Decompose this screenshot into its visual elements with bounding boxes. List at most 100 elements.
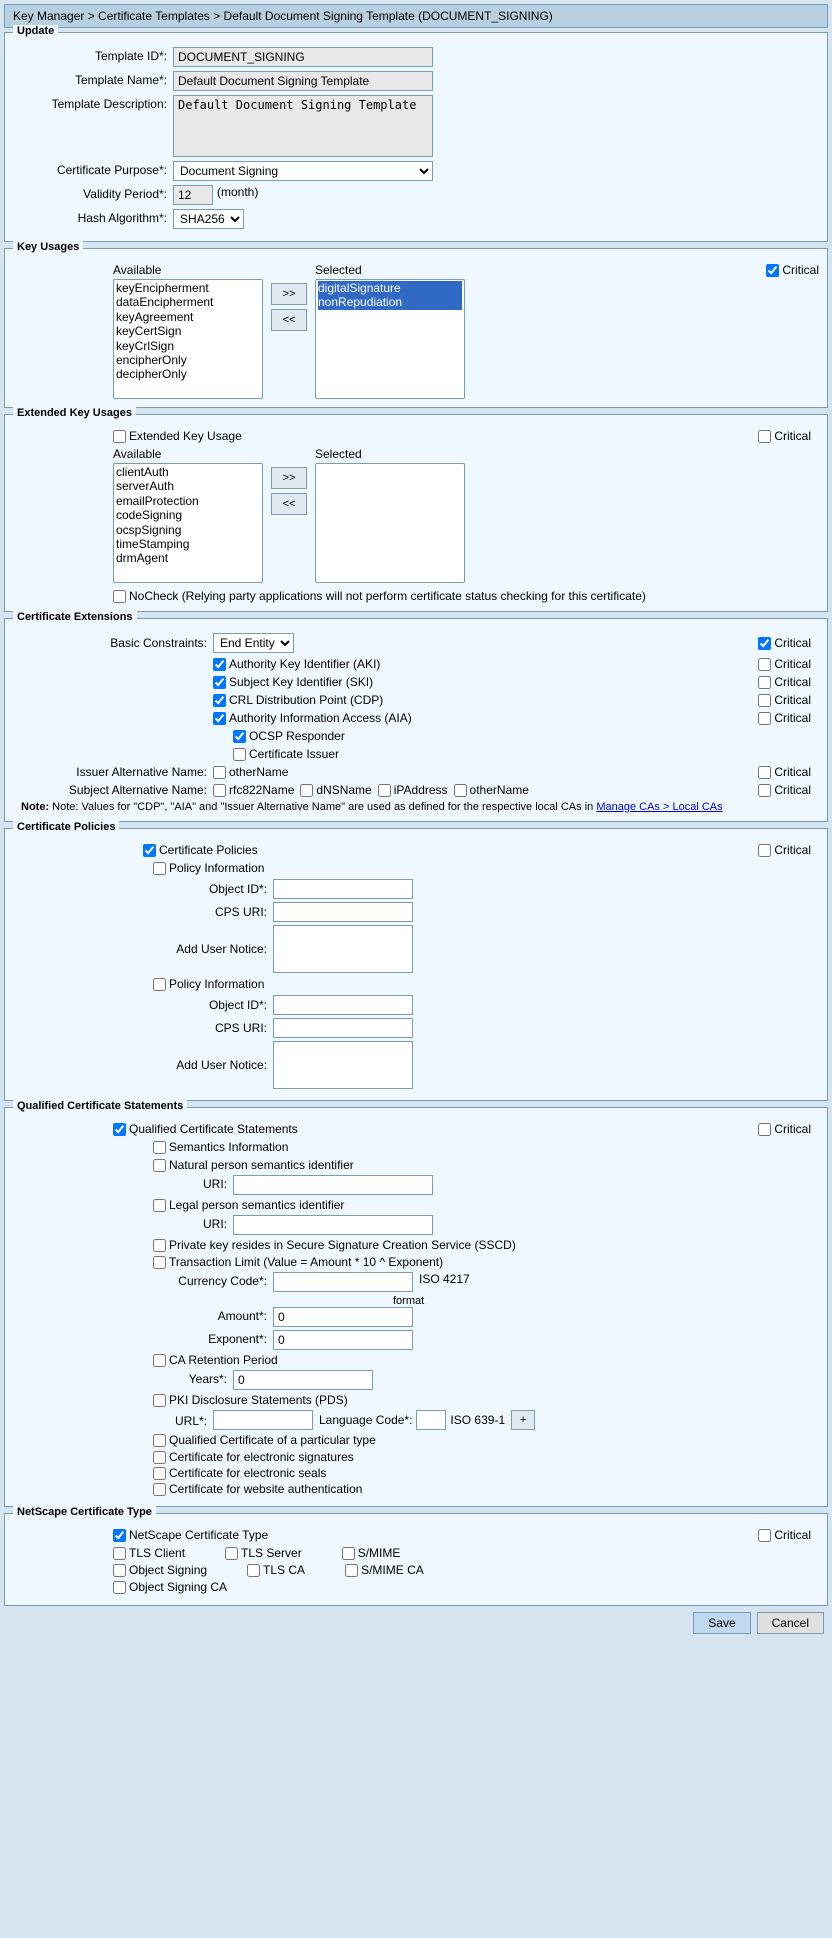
ocsp-checkbox[interactable] — [233, 730, 246, 743]
cps-input-1[interactable] — [273, 902, 413, 922]
pki-disclosure-label[interactable]: PKI Disclosure Statements (PDS) — [153, 1393, 819, 1407]
elec-seals-checkbox[interactable] — [153, 1467, 166, 1480]
ski-checkbox-label[interactable]: Subject Key Identifier (SKI) — [213, 675, 373, 689]
nct-checkbox[interactable] — [113, 1529, 126, 1542]
tls-ca-label[interactable]: TLS CA — [247, 1563, 305, 1577]
policy-info-1-label[interactable]: Policy Information — [153, 861, 819, 875]
elec-sig-label[interactable]: Certificate for electronic signatures — [153, 1450, 819, 1464]
object-signing-ca-checkbox[interactable] — [113, 1581, 126, 1594]
basic-constraints-select[interactable]: End Entity CA — [213, 633, 294, 653]
cert-issuer-checkbox[interactable] — [233, 748, 246, 761]
pds-url-input[interactable] — [213, 1410, 313, 1430]
aia-checkbox[interactable] — [213, 712, 226, 725]
oid-input-1[interactable] — [273, 879, 413, 899]
dnsname-checkbox[interactable] — [300, 784, 313, 797]
natural-person-label[interactable]: Natural person semantics identifier — [153, 1158, 819, 1172]
smime-label[interactable]: S/MIME — [342, 1546, 401, 1560]
available-listbox[interactable]: keyEncipherment dataEncipherment keyAgre… — [113, 279, 263, 399]
object-signing-checkbox[interactable] — [113, 1564, 126, 1577]
legal-person-label[interactable]: Legal person semantics identifier — [153, 1198, 819, 1212]
qcs-checkbox[interactable] — [113, 1123, 126, 1136]
sem-info-label[interactable]: Semantics Information — [153, 1140, 819, 1154]
transaction-label[interactable]: Transaction Limit (Value = Amount * 10 ^… — [153, 1255, 819, 1269]
qcs-checkbox-label[interactable]: Qualified Certificate Statements — [113, 1122, 298, 1136]
tls-server-label[interactable]: TLS Server — [225, 1546, 302, 1560]
legal-person-checkbox[interactable] — [153, 1199, 166, 1212]
ski-checkbox[interactable] — [213, 676, 226, 689]
notice-textarea-1[interactable] — [273, 925, 413, 973]
selected-listbox[interactable]: digitalSignature nonRepudiation — [315, 279, 465, 399]
ocsp-checkbox-label[interactable]: OCSP Responder — [233, 729, 345, 743]
cdp-critical-checkbox[interactable] — [758, 694, 771, 707]
save-button[interactable]: Save — [693, 1612, 750, 1634]
san-critical-checkbox[interactable] — [758, 784, 771, 797]
smime-ca-label[interactable]: S/MIME CA — [345, 1563, 424, 1577]
list-item[interactable]: decipherOnly — [116, 367, 260, 381]
template-name-input[interactable] — [173, 71, 433, 91]
list-item[interactable]: drmAgent — [116, 551, 260, 565]
years-input[interactable] — [233, 1370, 373, 1390]
currency-input[interactable] — [273, 1272, 413, 1292]
policy-info-2-checkbox[interactable] — [153, 978, 166, 991]
validity-input[interactable] — [173, 185, 213, 205]
issuer-alt-critical-checkbox[interactable] — [758, 766, 771, 779]
aia-critical-checkbox[interactable] — [758, 712, 771, 725]
cert-issuer-checkbox-label[interactable]: Certificate Issuer — [233, 747, 339, 761]
tls-ca-checkbox[interactable] — [247, 1564, 260, 1577]
amount-input[interactable] — [273, 1307, 413, 1327]
exponent-input[interactable] — [273, 1330, 413, 1350]
list-item[interactable]: codeSigning — [116, 508, 260, 522]
list-item[interactable]: nonRepudiation — [318, 295, 462, 309]
oid-input-2[interactable] — [273, 995, 413, 1015]
san-othername-checkbox[interactable] — [454, 784, 467, 797]
nocheck-checkbox[interactable] — [113, 590, 126, 603]
sscd-checkbox[interactable] — [153, 1239, 166, 1252]
smime-checkbox[interactable] — [342, 1547, 355, 1560]
cdp-checkbox-label[interactable]: CRL Distribution Point (CDP) — [213, 693, 383, 707]
ca-retention-label[interactable]: CA Retention Period — [153, 1353, 819, 1367]
issuer-othername-checkbox[interactable] — [213, 766, 226, 779]
note-link[interactable]: Manage CAs > Local CAs — [596, 801, 722, 813]
list-item[interactable]: digitalSignature — [318, 281, 462, 295]
eku-available-listbox[interactable]: clientAuth serverAuth emailProtection co… — [113, 463, 263, 583]
list-item[interactable]: emailProtection — [116, 494, 260, 508]
ipaddress-label[interactable]: iPAddress — [378, 783, 448, 797]
list-item[interactable]: keyAgreement — [116, 310, 260, 324]
template-desc-textarea[interactable]: Default Document Signing Template — [173, 95, 433, 157]
list-item[interactable]: keyCrlSign — [116, 339, 260, 353]
eku-remove-button[interactable]: << — [271, 493, 307, 515]
aki-critical-checkbox[interactable] — [758, 658, 771, 671]
cp-checkbox-label[interactable]: Certificate Policies — [143, 843, 258, 857]
cps-input-2[interactable] — [273, 1018, 413, 1038]
nct-checkbox-label[interactable]: NetScape Certificate Type — [113, 1528, 268, 1542]
template-id-input[interactable] — [173, 47, 433, 67]
tls-server-checkbox[interactable] — [225, 1547, 238, 1560]
list-item[interactable]: keyEncipherment — [116, 281, 260, 295]
lang-code-input[interactable] — [416, 1410, 446, 1430]
notice-textarea-2[interactable] — [273, 1041, 413, 1089]
cdp-checkbox[interactable] — [213, 694, 226, 707]
natural-person-checkbox[interactable] — [153, 1159, 166, 1172]
pds-add-button[interactable]: + — [511, 1410, 535, 1430]
sem-info-checkbox[interactable] — [153, 1141, 166, 1154]
object-signing-ca-label[interactable]: Object Signing CA — [113, 1580, 227, 1594]
smime-ca-checkbox[interactable] — [345, 1564, 358, 1577]
nct-critical-checkbox[interactable] — [758, 1529, 771, 1542]
elec-seals-label[interactable]: Certificate for electronic seals — [153, 1466, 819, 1480]
aia-checkbox-label[interactable]: Authority Information Access (AIA) — [213, 711, 412, 725]
san-othername-label[interactable]: otherName — [454, 783, 529, 797]
add-button[interactable]: >> — [271, 283, 307, 305]
issuer-othername-label[interactable]: otherName — [213, 765, 288, 779]
list-item[interactable]: ocspSigning — [116, 523, 260, 537]
aki-checkbox-label[interactable]: Authority Key Identifier (AKI) — [213, 657, 380, 671]
qual-cert-label[interactable]: Qualified Certificate of a particular ty… — [153, 1433, 819, 1447]
eku-add-button[interactable]: >> — [271, 467, 307, 489]
remove-button[interactable]: << — [271, 309, 307, 331]
bc-critical-checkbox[interactable] — [758, 637, 771, 650]
uri-1-input[interactable] — [233, 1175, 433, 1195]
tls-client-checkbox[interactable] — [113, 1547, 126, 1560]
uri-2-input[interactable] — [233, 1215, 433, 1235]
qual-cert-checkbox[interactable] — [153, 1434, 166, 1447]
website-auth-label[interactable]: Certificate for website authentication — [153, 1482, 819, 1496]
pki-disclosure-checkbox[interactable] — [153, 1394, 166, 1407]
